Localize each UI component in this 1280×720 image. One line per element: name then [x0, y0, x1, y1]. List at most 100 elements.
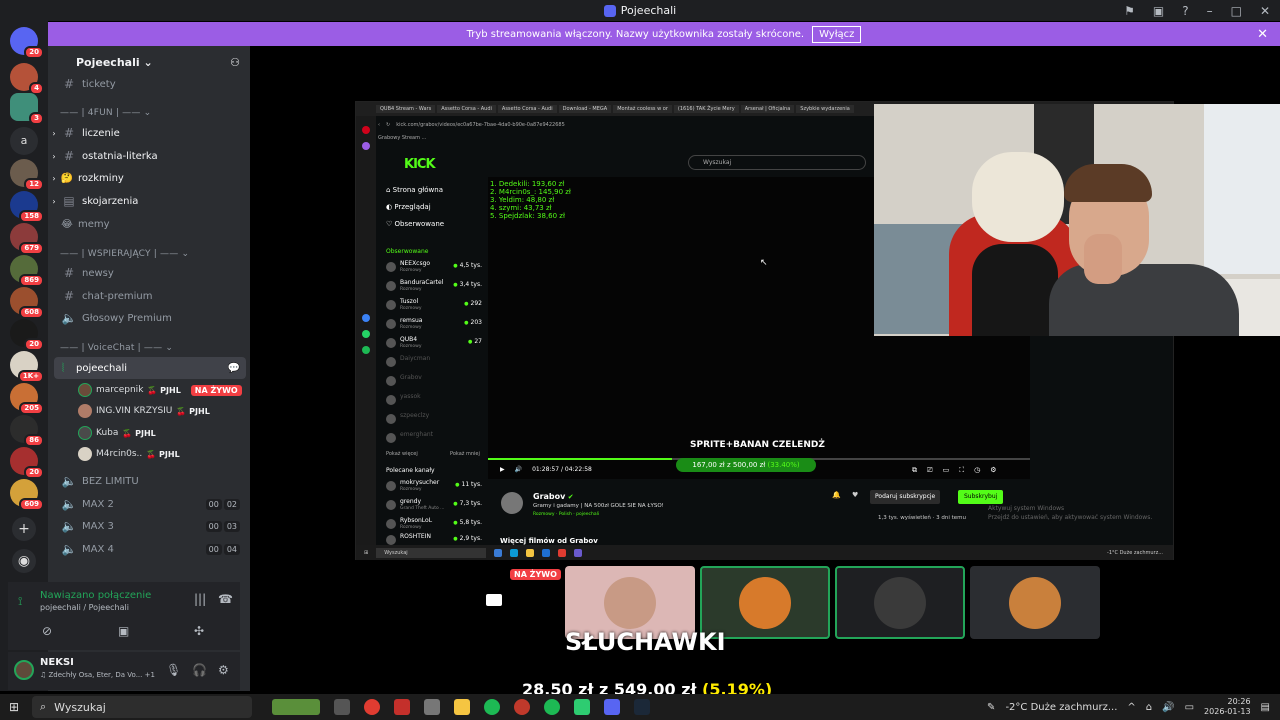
- kick-logo[interactable]: KICK: [404, 157, 436, 172]
- pen-icon[interactable]: ✎: [987, 702, 995, 713]
- notification-bell-icon[interactable]: 🔔: [832, 491, 841, 499]
- nav-following[interactable]: ♡ Obserwowane: [386, 220, 444, 228]
- messenger-icon[interactable]: [362, 314, 370, 322]
- browser-tab[interactable]: Assetto Corsa - Audi: [437, 105, 496, 113]
- browser-tab[interactable]: QUB4 Stream - Wars: [376, 105, 436, 113]
- followed-channel[interactable]: QUB4Rozmowy 27: [386, 335, 482, 353]
- opera-icon[interactable]: [362, 126, 370, 134]
- server-icon[interactable]: 1K+: [10, 351, 44, 383]
- settings-icon[interactable]: ⚙: [218, 663, 229, 677]
- address-bar[interactable]: ‹ ↻ kick.com/grabov/videos/ec0a67be-7bae-4…: [378, 119, 878, 131]
- spotify-icon[interactable]: [362, 346, 370, 354]
- category-4fun[interactable]: —— | 4FUN | —— ⌄: [60, 108, 151, 118]
- tag[interactable]: Rozmowy: [533, 512, 555, 517]
- voice-user[interactable]: Kuba 🍒 PJHL: [78, 423, 156, 443]
- streamer-name[interactable]: Grabov: [533, 492, 574, 501]
- channel-max-3[interactable]: 🔈 MAX 3 00 03: [48, 515, 250, 537]
- discover-icon[interactable]: ◉: [12, 549, 36, 573]
- settings-icon[interactable]: ⚙: [990, 466, 996, 475]
- clock[interactable]: 20:26 2026-01-13: [1204, 697, 1251, 717]
- participant-tile[interactable]: [835, 566, 965, 639]
- spotify-icon[interactable]: [544, 699, 560, 715]
- channel-skojarzenia[interactable]: › ▤ skojarzenia: [48, 190, 250, 212]
- screen-icon[interactable]: ▣: [1153, 4, 1164, 18]
- browser-tab[interactable]: Arsenał | Oficjalna: [740, 105, 795, 113]
- clip-icon[interactable]: ⎚: [927, 466, 933, 475]
- app-icon[interactable]: [574, 548, 583, 557]
- kick-search-input[interactable]: Wyszukaj: [688, 155, 866, 170]
- discord-icon[interactable]: [604, 699, 620, 715]
- battery-icon[interactable]: ▭: [1185, 702, 1194, 713]
- opera-icon[interactable]: [364, 699, 380, 715]
- gift-subscription-button[interactable]: Podaruj subskrypcje: [870, 490, 941, 504]
- streamer-avatar[interactable]: [501, 492, 523, 514]
- chat-icon[interactable]: 💬: [228, 363, 240, 374]
- windows-start-icon[interactable]: ⊞: [0, 700, 28, 714]
- participant-tile[interactable]: [970, 566, 1100, 639]
- channel-max-4[interactable]: 🔈 MAX 4 00 04: [48, 538, 250, 560]
- whatsapp-icon[interactable]: [362, 330, 370, 338]
- headphones-icon[interactable]: 🎧: [192, 663, 207, 677]
- edge-icon[interactable]: [510, 548, 519, 557]
- app-icon[interactable]: [574, 699, 590, 715]
- category-wspierajacy[interactable]: —— | WSPIERAJĄCY | —— ⌄: [60, 249, 189, 259]
- server-icon[interactable]: 679: [10, 223, 44, 255]
- followed-channel[interactable]: yassok: [386, 392, 482, 410]
- browser-tab[interactable]: Assetto Corsa - Audi: [497, 105, 557, 113]
- steam-icon[interactable]: [634, 699, 650, 715]
- user-name[interactable]: NEKSI: [40, 657, 74, 668]
- taskview-icon[interactable]: [494, 548, 503, 557]
- microphone-icon[interactable]: 🎙: [166, 663, 181, 677]
- fullscreen-icon[interactable]: ⛶: [959, 466, 964, 475]
- taskview-icon[interactable]: [334, 699, 350, 715]
- add-member-icon[interactable]: ⚇: [230, 56, 240, 69]
- server-icon[interactable]: 158: [10, 191, 44, 223]
- theater-icon[interactable]: ▭: [943, 466, 950, 475]
- start-icon[interactable]: ⊞: [364, 550, 368, 556]
- browser-tab[interactable]: Szybkie wydarzenia: [796, 105, 854, 113]
- channel-bez-limitu[interactable]: 🔈 BEZ LIMITU: [48, 470, 250, 492]
- add-server-icon[interactable]: +: [12, 517, 36, 541]
- minimize-button[interactable]: –: [1207, 4, 1213, 18]
- server-icon[interactable]: a: [10, 127, 38, 155]
- browser-tab[interactable]: Download - MEGA: [558, 105, 612, 113]
- voice-user[interactable]: marcepnik 🍒 PJHL NA ŻYWO: [78, 380, 242, 400]
- close-button[interactable]: ✕: [1260, 4, 1270, 18]
- weather-widget[interactable]: -2°C Duże zachmurz...: [1005, 702, 1117, 713]
- server-icon[interactable]: 4: [10, 63, 44, 95]
- category-voicechat[interactable]: —— | VoiceChat | —— ⌄: [60, 343, 173, 353]
- followed-channel[interactable]: Grabov: [386, 373, 482, 391]
- channel-liczenie[interactable]: › # liczenie: [48, 122, 250, 144]
- channel-pojeechali[interactable]: ⦚ pojeechali 💬: [54, 357, 246, 379]
- inbox-icon[interactable]: ⚑: [1124, 4, 1135, 18]
- weather-widget[interactable]: -1°C Duże zachmurz...: [1107, 550, 1163, 556]
- speed-icon[interactable]: ◷: [974, 466, 980, 475]
- channel-ostatnia-literka[interactable]: › # ostatnia-literka: [48, 145, 250, 167]
- live-badge[interactable]: NA ŻYWO: [190, 384, 242, 396]
- disconnect-icon[interactable]: ☎: [218, 592, 233, 606]
- avatar[interactable]: [14, 660, 34, 680]
- channel-newsy[interactable]: # newsy: [48, 262, 250, 284]
- stream-tile-live[interactable]: NA ŻYWO: [478, 566, 562, 638]
- server-icon[interactable]: 3: [10, 93, 44, 125]
- recommended-channel[interactable]: grendyGrand Theft Auto ... 7,3 tys.: [386, 497, 482, 515]
- network-icon[interactable]: ⌂: [1146, 702, 1152, 713]
- followed-channel[interactable]: Daiycman: [386, 354, 482, 372]
- followed-channel[interactable]: BanduraCartelRozmowy 3,4 tys.: [386, 278, 482, 296]
- volume-icon[interactable]: 🔊: [1162, 702, 1174, 713]
- server-icon[interactable]: 12: [10, 159, 44, 191]
- recommended-channel[interactable]: mokrysucherRozmowy 11 tys.: [386, 478, 482, 496]
- browser-tab[interactable]: Montaż cooless w or: [613, 105, 672, 113]
- bookmark[interactable]: Grabowy Stream ...: [378, 135, 426, 141]
- opera-icon[interactable]: [558, 548, 567, 557]
- show-more-link[interactable]: Pokaż więcej: [386, 451, 418, 457]
- file-explorer-icon[interactable]: [454, 699, 470, 715]
- url-text[interactable]: kick.com/grabov/videos/ec0a67be-7bae-4da…: [396, 122, 565, 128]
- subscribe-button[interactable]: Subskrybuj: [958, 490, 1004, 504]
- server-icon[interactable]: 205: [10, 383, 44, 415]
- voice-user[interactable]: M4rcin0s.. 🍒 PJHL: [78, 444, 180, 464]
- followed-channel[interactable]: remsuaRozmowy 203: [386, 316, 482, 334]
- tag[interactable]: pojeechali: [576, 512, 599, 517]
- app-icon[interactable]: [424, 699, 440, 715]
- server-icon[interactable]: 608: [10, 287, 44, 319]
